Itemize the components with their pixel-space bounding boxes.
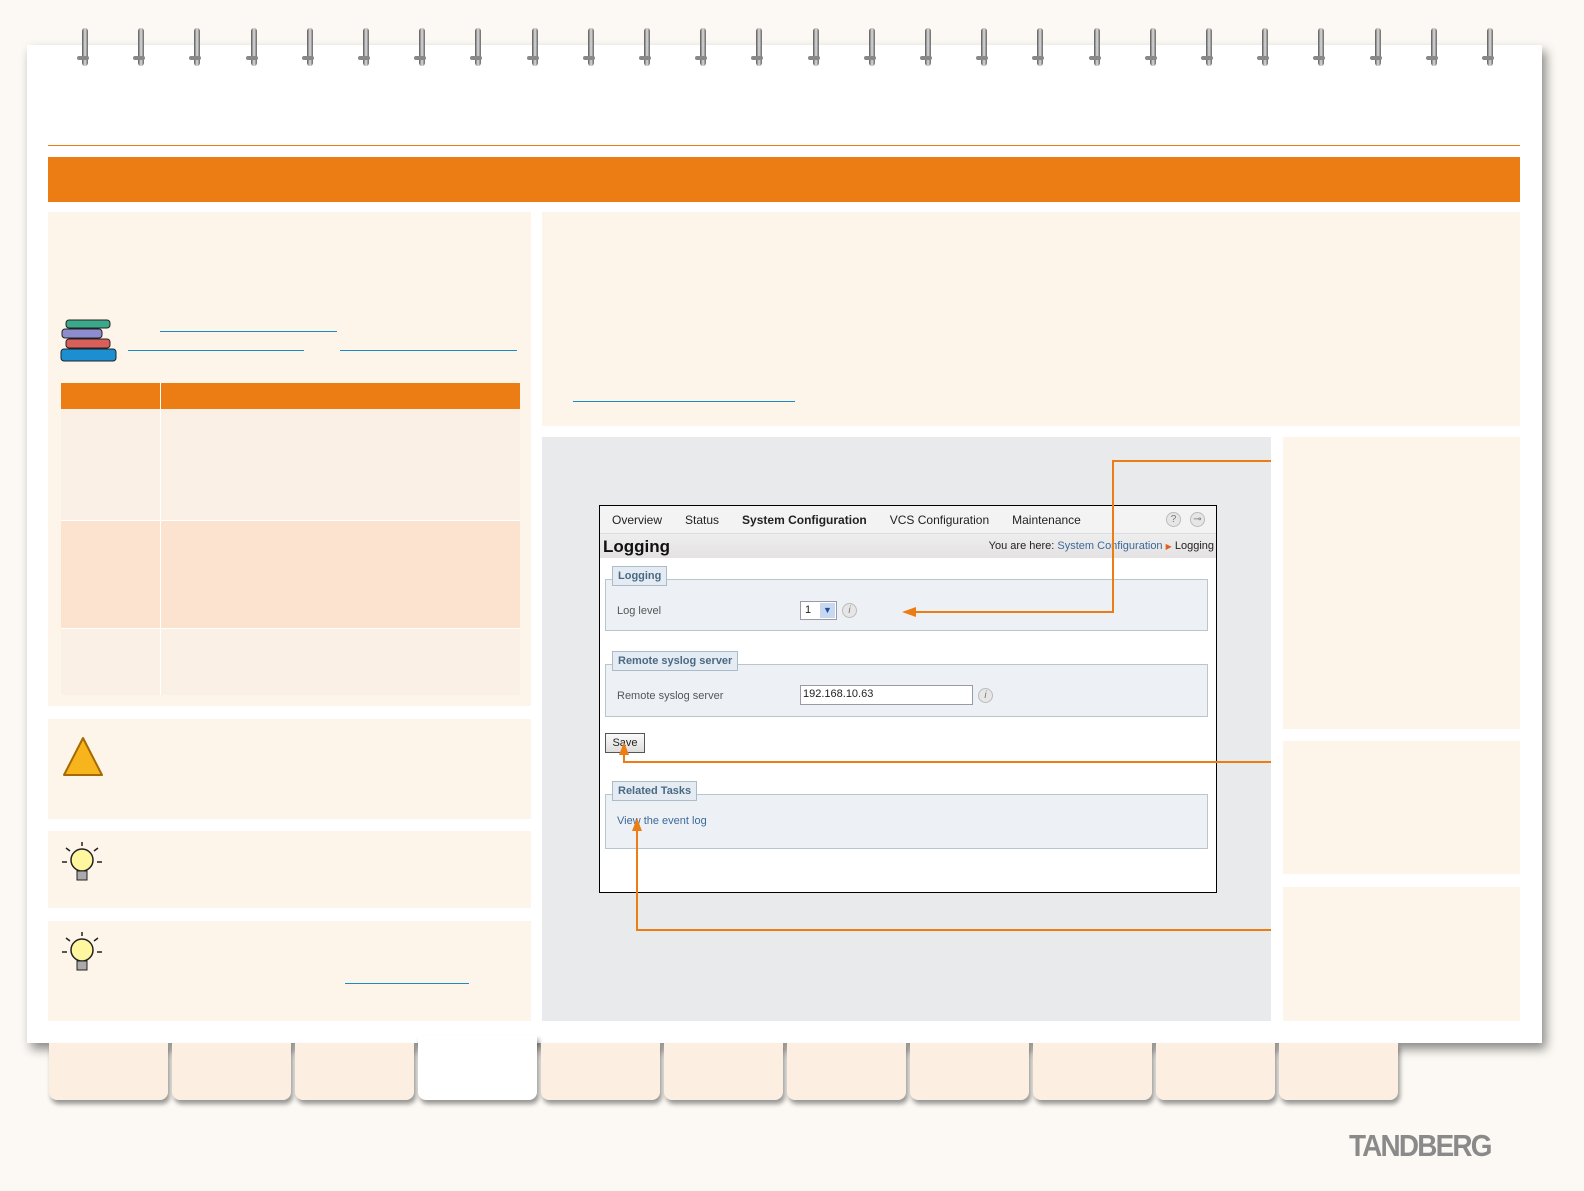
spiral-ring — [863, 28, 876, 66]
logout-key-icon[interactable]: ⊸ — [1190, 512, 1205, 527]
warning-note — [48, 719, 531, 819]
spiral-ring — [358, 28, 370, 66]
info-icon[interactable]: i — [978, 688, 993, 703]
reference-link[interactable] — [345, 983, 469, 984]
section-legend: Related Tasks — [612, 781, 698, 801]
chapter-tab[interactable] — [1279, 1043, 1398, 1100]
chapter-tab[interactable] — [49, 1043, 168, 1100]
spiral-ring — [1144, 28, 1157, 66]
syslog-section: Remote syslog server Remote syslog serve… — [605, 651, 1208, 717]
breadcrumb: You are here: System Configuration ▶ Log… — [989, 540, 1214, 552]
reference-link[interactable] — [340, 350, 517, 351]
spiral-ring — [526, 28, 539, 66]
reference-link[interactable] — [573, 401, 795, 402]
header-rule — [48, 145, 1520, 146]
chapter-tab[interactable] — [1033, 1043, 1152, 1100]
spiral-ring — [301, 28, 314, 66]
row-divider — [61, 520, 520, 521]
spiral-ring — [245, 28, 258, 66]
spiral-ring — [976, 28, 989, 66]
chapter-tab[interactable] — [910, 1043, 1029, 1100]
logging-section: Logging Log level 1 ▼ i — [605, 566, 1208, 631]
table-header — [61, 383, 520, 409]
logging-page-screenshot: Overview Status System Configuration VCS… — [599, 505, 1217, 893]
breadcrumb-arrow-icon: ▶ — [1165, 542, 1172, 551]
spiral-ring — [751, 28, 764, 66]
column-divider — [160, 383, 161, 695]
settings-table — [61, 383, 520, 695]
breadcrumb-current: Logging — [1174, 540, 1214, 552]
breadcrumb-link[interactable]: System Configuration — [1057, 540, 1162, 552]
breadcrumb-prefix: You are here: — [988, 540, 1055, 552]
spiral-ring — [695, 28, 708, 66]
spiral-ring — [1201, 28, 1213, 66]
spiral-ring — [1482, 28, 1494, 66]
spiral-ring — [920, 28, 932, 66]
spiral-ring — [582, 28, 595, 66]
spiral-ring — [1088, 28, 1101, 66]
section-title-bar — [48, 157, 1520, 202]
callout-panel — [1283, 741, 1520, 874]
title-bar: Logging You are here: System Configurati… — [600, 534, 1216, 558]
tandberg-logo: TANDBERG — [1349, 1128, 1492, 1163]
chapter-tab[interactable] — [1156, 1043, 1275, 1100]
tip-note — [48, 921, 531, 1021]
warning-icon — [63, 737, 103, 776]
chevron-down-icon: ▼ — [820, 603, 835, 618]
chapter-tab-active[interactable] — [418, 1035, 537, 1100]
reference-link[interactable] — [128, 350, 304, 351]
syslog-label: Remote syslog server — [617, 690, 724, 702]
section-legend: Logging — [612, 566, 668, 586]
page-title: Logging — [603, 537, 671, 556]
spiral-ring — [1425, 28, 1438, 66]
spiral-ring — [807, 28, 820, 66]
table-row — [61, 521, 520, 628]
log-level-select[interactable]: 1 ▼ — [800, 601, 837, 620]
section-legend: Remote syslog server — [612, 651, 739, 671]
top-nav: Overview Status System Configuration VCS… — [600, 506, 1216, 534]
spiral-ring — [77, 28, 89, 66]
chapter-tab[interactable] — [541, 1043, 660, 1100]
help-icon[interactable]: ? — [1166, 512, 1181, 527]
spiral-ring — [189, 28, 202, 66]
spiral-ring — [414, 28, 427, 66]
lightbulb-icon — [62, 842, 102, 881]
chapter-tab[interactable] — [787, 1043, 906, 1100]
spiral-ring — [1257, 28, 1270, 66]
view-event-log-link[interactable]: View the event log — [617, 815, 707, 827]
books-icon — [60, 319, 117, 362]
info-icon[interactable]: i — [842, 603, 857, 618]
spiral-ring — [1032, 28, 1045, 66]
description-panel — [542, 212, 1520, 426]
nav-system-configuration[interactable]: System Configuration — [742, 513, 867, 527]
tip-note — [48, 831, 531, 908]
syslog-server-input[interactable]: 192.168.10.63 — [800, 685, 973, 705]
save-button[interactable]: Save — [605, 733, 645, 753]
chapter-tab[interactable] — [295, 1043, 414, 1100]
callout-panel — [1283, 887, 1520, 1021]
related-tasks-section: Related Tasks View the event log — [605, 781, 1208, 849]
chapter-tab[interactable] — [172, 1043, 291, 1100]
log-level-label: Log level — [617, 605, 662, 617]
nav-vcs-configuration[interactable]: VCS Configuration — [890, 513, 989, 527]
spiral-ring — [1369, 28, 1382, 66]
log-level-value: 1 — [805, 604, 812, 616]
spiral-ring — [133, 28, 146, 66]
spiral-ring — [470, 28, 483, 66]
spiral-ring — [1313, 28, 1326, 66]
nav-overview[interactable]: Overview — [612, 513, 662, 527]
chapter-tab[interactable] — [664, 1043, 783, 1100]
lightbulb-icon — [62, 932, 102, 971]
reference-link[interactable] — [160, 331, 337, 332]
nav-maintenance[interactable]: Maintenance — [1012, 513, 1081, 527]
row-divider — [61, 628, 520, 629]
nav-status[interactable]: Status — [685, 513, 719, 527]
spiral-ring — [639, 28, 651, 66]
callout-panel — [1283, 437, 1520, 729]
